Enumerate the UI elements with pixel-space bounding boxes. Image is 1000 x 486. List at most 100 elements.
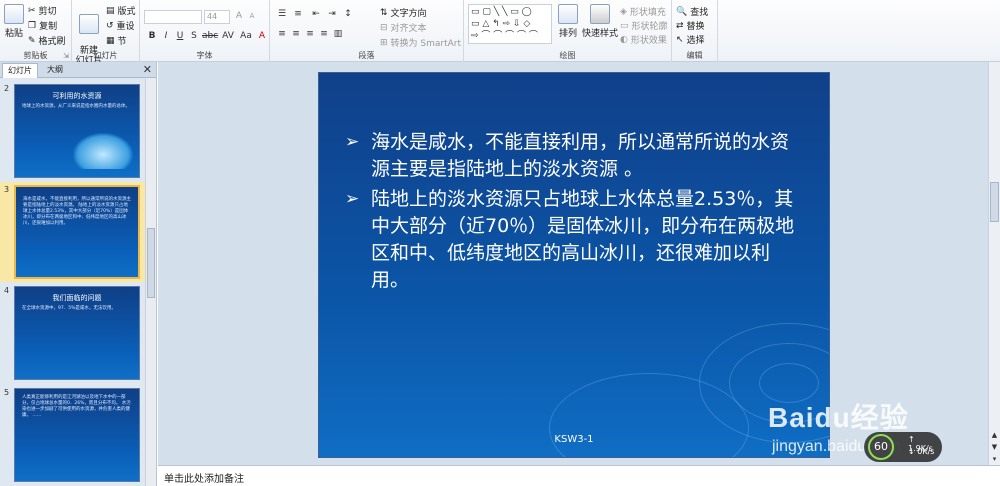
decrease-indent-icon[interactable]: ⇤ [310,8,322,20]
reset-button[interactable]: ↺ 重设 [106,19,135,33]
smartart-button[interactable]: ⊞ 转换为 SmartArt [380,36,461,50]
fill-icon: ◈ [620,6,627,17]
shape-fill-button[interactable]: ◈ 形状填充 [620,5,666,19]
slides-pane: 幻灯片 大纲 ✕ 2 可利用的水资源 地球上的水资源，从广义来说是指水圈内水量的… [0,62,157,486]
underline-icon[interactable]: U [174,30,186,42]
layout-button[interactable]: ▤ 版式 [106,4,136,18]
replace-button[interactable]: ⇄ 替换 [676,19,705,33]
quick-styles-icon [590,4,610,24]
select-button[interactable]: ↖ 选择 [676,33,705,47]
cut-button[interactable]: ✂ 剪切 [28,4,57,18]
bullet-text: 海水是咸水，不能直接利用，所以通常所说的水资源主要是指陆地上的淡水资源 。 [371,131,790,180]
font-group-label: 字体 [196,51,213,60]
arrow-bullet-icon: ➢ [345,132,360,152]
numbering-icon[interactable]: ≡ [292,8,304,20]
align-left-icon[interactable]: ≡ [276,28,288,40]
thumbnail-body: 人类真正能够利用的是江河湖泊以及地下水中的一部分，仅占地球总水量的0．26%，而… [22,395,131,418]
outline-icon: ▭ [620,20,629,31]
slide-thumbnail-2[interactable]: 2 可利用的水资源 地球上的水资源，从广义来说是指水圈内水量的总体。 [0,84,145,182]
increase-indent-icon[interactable]: ⇥ [326,8,338,20]
editing-group: 🔍 查找 ⇄ 替换 ↖ 选择 编辑 [672,0,718,62]
smartart-icon: ⊞ [380,37,388,48]
tab-outline[interactable]: 大纲 [42,63,68,78]
slides-group: 新建 幻灯片 ▤ 版式 ↺ 重设 ▦ 节 幻灯片 [72,0,140,66]
font-size-combo[interactable]: 44 [204,10,230,24]
download-value: 0K/s [917,447,935,456]
tab-slides[interactable]: 幻灯片 [2,63,38,78]
scrollbar-thumb[interactable] [990,182,999,222]
ribbon: 粘贴 ✂ 剪切 ❐ 复制 ✎ 格式刷 剪贴板 ⇲ 新建 幻灯片 ▤ 版式 ↺ 重设 ▦ 节 … [0,0,1000,66]
slide-thumbnail-4[interactable]: 4 我们面临的问题 在全球水资源中，97．5%是咸水，无法饮用。 [0,286,145,384]
italic-icon[interactable]: I [160,30,172,42]
slide-body[interactable]: ➢ 海水是咸水，不能直接利用，所以通常所说的水资源主要是指陆地上的淡水资源 。 … [345,129,795,297]
shadow-icon[interactable]: S [188,30,200,42]
scissors-icon: ✂ [28,5,36,16]
thumbnail-body: 地球上的水资源，从广义来说是指水圈内水量的总体。 [22,104,130,109]
close-icon[interactable]: ✕ [143,63,152,76]
font-name-combo[interactable] [144,10,202,24]
reset-icon: ↺ [106,20,114,31]
network-speed-widget: 60 ↑ 1.9K/s ↓ 0K/s [864,432,942,462]
arrange-button[interactable]: 排列 [556,4,580,39]
shapes-gallery[interactable]: ▭ ▢ ╲ ╲ ▭ ◯ ▭ △ ↰ ⇨ ⇩ ◇ ⇨ ⌒ ⌒ ⌒ ⌒ ⌒ [468,4,552,44]
effects-icon: ◐ [620,34,628,45]
slide-number: 4 [4,286,10,295]
bullet-1: ➢ 海水是咸水，不能直接利用，所以通常所说的水资源主要是指陆地上的淡水资源 。 [345,129,795,183]
section-button[interactable]: ▦ 节 [106,34,127,48]
font-group: 44 A A B I U S abc AV Aa A 字体 [140,0,270,62]
notes-pane[interactable]: 单击此处添加备注 [158,465,1000,486]
layout-icon: ▤ [106,5,115,16]
new-slide-icon [79,14,99,34]
clipboard-launcher-icon[interactable]: ⇲ [63,52,69,60]
scrollbar-thumb[interactable] [147,228,155,298]
thumbnail-title: 我们面临的问题 [52,294,102,302]
thumbnail: 我们面临的问题 在全球水资源中，97．5%是咸水，无法饮用。 [14,286,140,380]
find-icon: 🔍 [676,6,688,17]
slide-thumbnail-3[interactable]: 3 海水是咸水，不能直接利用，所以通常所说的水资源主要是指陆地上的淡水资源。 陆… [0,182,145,282]
spacing-icon[interactable]: AV [222,30,234,42]
replace-icon: ⇄ [676,20,684,31]
thumbnails-scrollbar[interactable] [145,78,156,486]
text-direction-button[interactable]: ⇅ 文字方向 [380,6,427,20]
paragraph-group-label: 段落 [358,51,375,60]
thumbnail: 海水是咸水，不能直接利用，所以通常所说的水资源主要是指陆地上的淡水资源。 陆地上… [14,185,140,279]
current-slide[interactable]: ➢ 海水是咸水，不能直接利用，所以通常所说的水资源主要是指陆地上的淡水资源 。 … [318,72,830,458]
align-right-icon[interactable]: ≡ [304,28,316,40]
columns-icon[interactable]: ▥ [332,28,344,40]
bullet-text: 陆地上的淡水资源只占地球上水体总量2.53％，其中大部分（近70％）是固体冰川，… [371,188,795,291]
find-button[interactable]: 🔍 查找 [676,5,708,19]
align-center-icon[interactable]: ≡ [290,28,302,40]
slide-number: 5 [4,388,10,397]
quick-styles-button[interactable]: 快速样式 [582,4,618,39]
justify-icon[interactable]: ≡ [318,28,330,40]
line-spacing-icon[interactable]: ↕ [342,8,354,20]
slide-number: 3 [4,185,10,194]
align-text-button[interactable]: ⊟ 对齐文本 [380,21,427,35]
drawing-group: ▭ ▢ ╲ ╲ ▭ ◯ ▭ △ ↰ ⇨ ⇩ ◇ ⇨ ⌒ ⌒ ⌒ ⌒ ⌒ 排列 快速样… [464,0,672,62]
paste-button[interactable]: 粘贴 [3,4,25,39]
thumbnail-body: 海水是咸水，不能直接利用，所以通常所说的水资源主要是指陆地上的淡水资源。 陆地上… [23,197,131,226]
clipboard-group-label: 剪贴板 [23,51,48,60]
font-color-icon[interactable]: A [256,30,268,42]
water-drop-image [73,133,133,169]
slide-thumbnail-5[interactable]: 5 人类真正能够利用的是江河湖泊以及地下水中的一部分，仅占地球总水量的0．26%… [0,388,145,486]
thumbnail: 可利用的水资源 地球上的水资源，从广义来说是指水圈内水量的总体。 [14,84,140,178]
arrange-icon [558,4,578,24]
grow-font-icon[interactable]: A [233,10,245,22]
download-speed: ↓ 0K/s [908,447,935,456]
text-direction-icon: ⇅ [380,7,388,18]
change-case-icon[interactable]: Aa [240,30,252,42]
format-painter-button[interactable]: ✎ 格式刷 [28,34,66,48]
shape-effects-button[interactable]: ◐ 形状效果 [620,33,667,47]
shrink-font-icon[interactable]: A [246,10,258,22]
clipboard-icon [4,4,24,24]
strikethrough-icon[interactable]: abc [202,30,218,42]
slides-group-label: 幻灯片 [93,51,118,60]
notes-placeholder: 单击此处添加备注 [164,474,244,485]
copy-button[interactable]: ❐ 复制 [28,19,57,33]
speed-gauge: 60 [868,434,894,460]
bullets-icon[interactable]: ☰ [276,8,288,20]
thumbnail-title: 可利用的水资源 [52,92,102,100]
shape-outline-button[interactable]: ▭ 形状轮廓 [620,19,668,33]
bold-icon[interactable]: B [146,30,158,42]
